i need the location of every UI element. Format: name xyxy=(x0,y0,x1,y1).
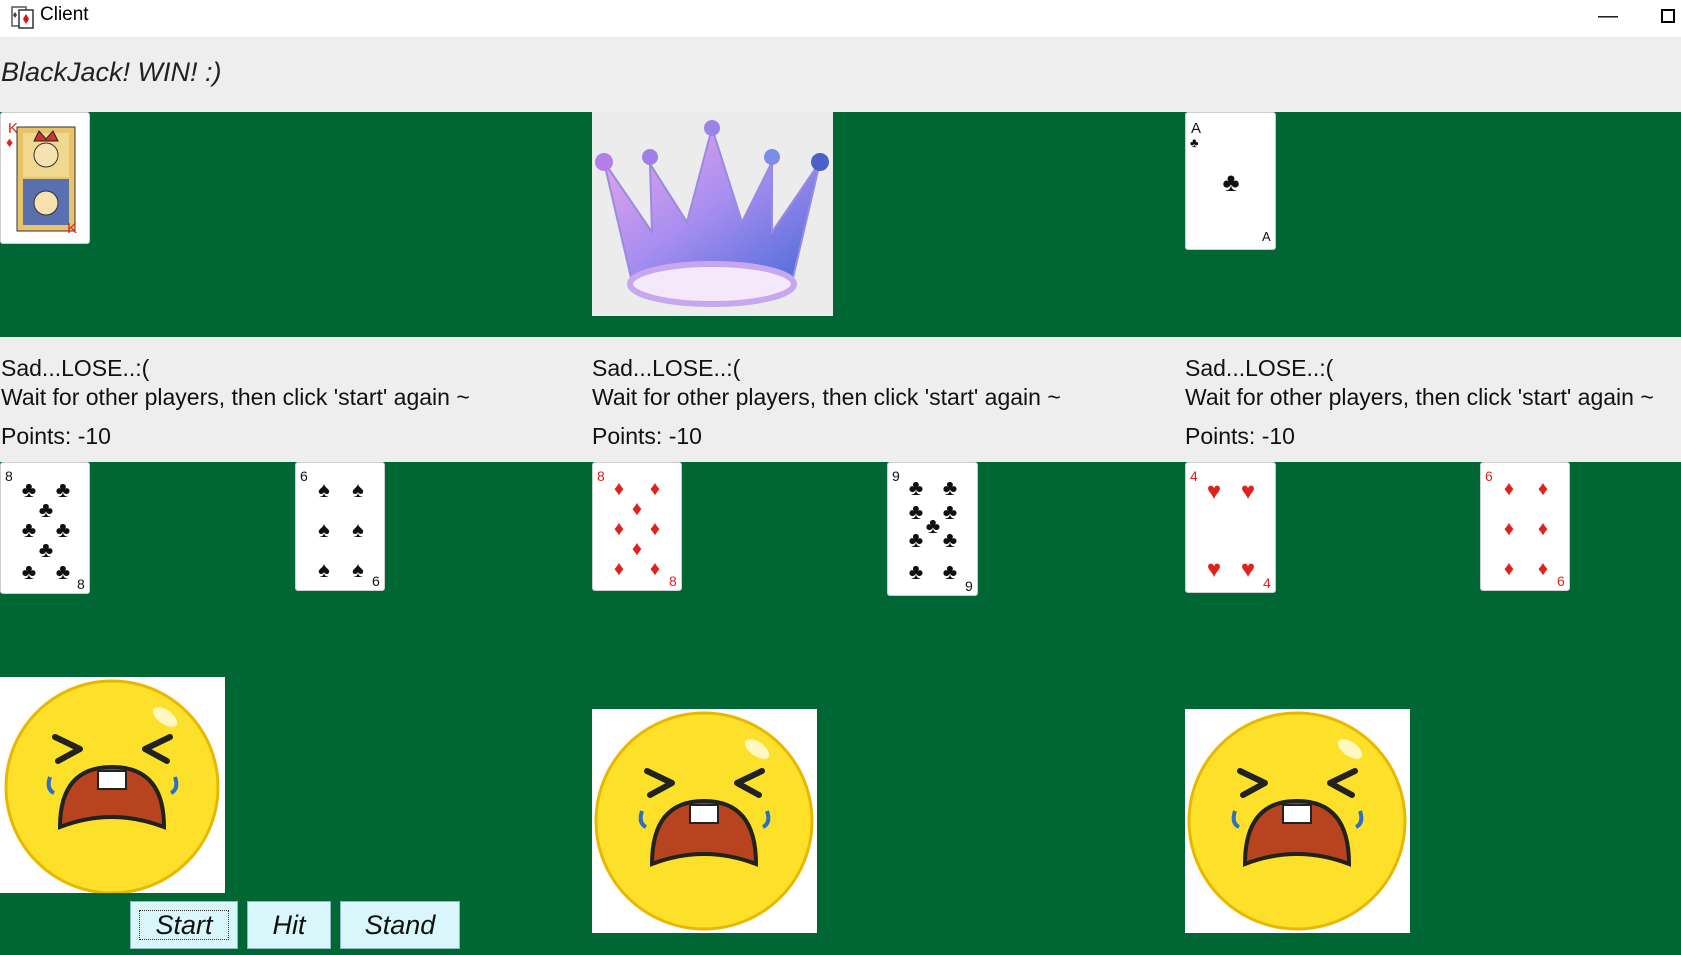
heart-icon: ♥ xyxy=(1241,478,1255,505)
crown-icon xyxy=(592,112,833,316)
club-icon: ♣ xyxy=(56,517,70,542)
player-1-points: Points: -10 xyxy=(1,423,111,449)
club-icon: ♣ xyxy=(39,537,53,562)
card-rank: 8 xyxy=(597,468,605,484)
game-status-message: BlackJack! WIN! :) xyxy=(1,57,222,87)
status-bar xyxy=(0,37,1681,112)
diamond-icon: ♦ xyxy=(1504,558,1514,580)
card-rank-bottom: 4 xyxy=(1263,575,1271,591)
diamond-icon: ♦ xyxy=(650,478,660,500)
player-3-card-2: 6 ♦ ♦ ♦ ♦ ♦ ♦ 6 xyxy=(1480,462,1570,591)
heart-icon: ♥ xyxy=(1241,556,1255,583)
player-3-card-1: 4 ♥ ♥ ♥ ♥ 4 xyxy=(1185,462,1276,593)
card-rank-bottom: 6 xyxy=(372,573,380,589)
diamond-icon: ♦ xyxy=(1538,558,1548,580)
spade-icon: ♠ xyxy=(318,557,330,582)
diamond-icon: ♦ xyxy=(650,558,660,580)
player-3-result: Sad...LOSE..:( xyxy=(1185,355,1334,381)
club-icon: ♣ xyxy=(943,559,957,584)
card-rank: 6 xyxy=(1485,468,1493,484)
player-2-result: Sad...LOSE..:( xyxy=(592,355,741,381)
maximize-button[interactable] xyxy=(1655,2,1681,30)
club-icon: ♣ xyxy=(22,477,36,502)
card-rank-bottom: K xyxy=(67,220,77,237)
player-hands-area xyxy=(0,462,1681,955)
card-rank-bottom: 9 xyxy=(965,578,973,594)
player-1-hint: Wait for other players, then click 'star… xyxy=(1,384,470,410)
diamond-icon: ♦ xyxy=(1504,478,1514,500)
maximize-icon xyxy=(1661,9,1675,23)
title-bar xyxy=(0,0,1681,37)
club-icon: ♣ xyxy=(39,497,53,522)
club-icon: ♣ xyxy=(909,499,923,524)
diamond-icon: ♦ xyxy=(632,538,642,560)
diamond-icon: ♦ xyxy=(614,518,624,540)
card-rank-bottom: 8 xyxy=(669,573,677,589)
diamond-icon: ♦ xyxy=(614,478,624,500)
dealer-card-1: K ♦ K xyxy=(0,112,90,244)
diamond-icon: ♦ xyxy=(614,558,624,580)
spade-icon: ♠ xyxy=(352,477,364,502)
player-1-card-1: 8 ♣ ♣ ♣ ♣ ♣ ♣ ♣ ♣ 8 xyxy=(0,462,90,594)
club-icon: ♣ xyxy=(943,499,957,524)
spade-icon: ♠ xyxy=(352,517,364,542)
spade-icon: ♠ xyxy=(318,477,330,502)
player-2-points: Points: -10 xyxy=(592,423,702,449)
card-rank: 8 xyxy=(5,468,13,484)
club-icon: ♣ xyxy=(909,527,923,552)
card-rank-bottom: A xyxy=(1262,229,1271,244)
club-icon: ♣ xyxy=(1190,135,1199,150)
club-icon: ♣ xyxy=(926,513,940,538)
card-rank: 9 xyxy=(892,468,900,484)
card-rank-bottom: 6 xyxy=(1557,573,1565,589)
minimize-button[interactable]: — xyxy=(1593,2,1623,30)
club-icon: ♣ xyxy=(56,477,70,502)
player-1-result: Sad...LOSE..:( xyxy=(1,355,150,381)
player-2-hint: Wait for other players, then click 'star… xyxy=(592,384,1061,410)
stand-button[interactable]: Stand xyxy=(340,901,460,949)
spade-icon: ♠ xyxy=(318,517,330,542)
dealer-card-2: A ♣ ♣ A xyxy=(1185,112,1276,250)
player-2-card-1: 8 ♦ ♦ ♦ ♦ ♦ ♦ ♦ ♦ 8 xyxy=(592,462,682,591)
diamond-icon: ♦ xyxy=(1538,478,1548,500)
card-rank: 6 xyxy=(300,468,308,484)
start-button[interactable]: Start xyxy=(130,901,238,949)
heart-icon: ♥ xyxy=(1207,556,1221,583)
window-title: Client xyxy=(40,4,89,25)
diamond-icon: ♦ xyxy=(632,498,642,520)
spade-icon: ♠ xyxy=(352,557,364,582)
hit-button[interactable]: Hit xyxy=(247,901,331,949)
player-3-hint: Wait for other players, then click 'star… xyxy=(1185,384,1654,410)
club-icon: ♣ xyxy=(22,517,36,542)
card-rank: 4 xyxy=(1190,468,1198,484)
diamond-icon: ♦ xyxy=(1504,518,1514,540)
diamond-icon: ♦ xyxy=(6,134,13,150)
app-icon xyxy=(10,4,36,30)
club-icon: ♣ xyxy=(1222,167,1239,197)
crying-face-icon xyxy=(0,677,225,895)
player-3-points: Points: -10 xyxy=(1185,423,1295,449)
player-2-card-2: 9 ♣ ♣ ♣ ♣ ♣ ♣ ♣ ♣ ♣ 9 xyxy=(887,462,978,596)
crying-face-icon xyxy=(592,709,817,933)
club-icon: ♣ xyxy=(909,475,923,500)
club-icon: ♣ xyxy=(22,559,36,584)
crying-face-icon xyxy=(1185,709,1410,933)
card-rank-bottom: 8 xyxy=(77,576,85,592)
player-1-card-2: 6 ♠ ♠ ♠ ♠ ♠ ♠ 6 xyxy=(295,462,385,591)
heart-icon: ♥ xyxy=(1207,478,1221,505)
diamond-icon: ♦ xyxy=(1538,518,1548,540)
club-icon: ♣ xyxy=(56,559,70,584)
dealer-area xyxy=(0,112,1681,337)
club-icon: ♣ xyxy=(909,559,923,584)
diamond-icon: ♦ xyxy=(650,518,660,540)
club-icon: ♣ xyxy=(943,475,957,500)
club-icon: ♣ xyxy=(943,527,957,552)
